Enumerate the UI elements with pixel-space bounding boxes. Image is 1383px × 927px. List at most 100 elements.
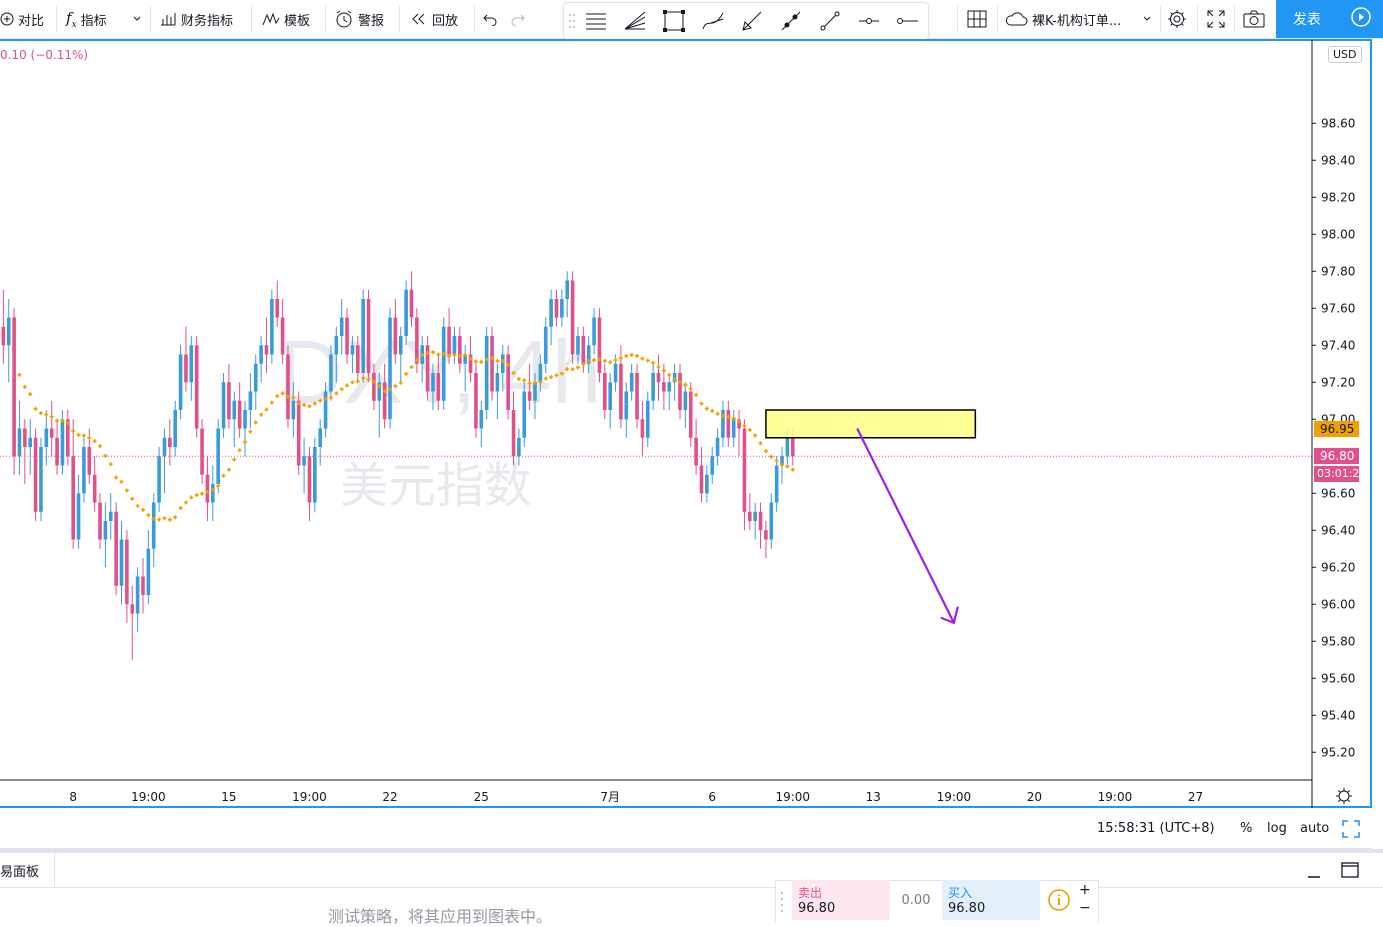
layout-name-button[interactable]: 裸K-机构订单... <box>1004 0 1121 38</box>
candle-body <box>372 373 376 401</box>
candle-body <box>742 428 747 512</box>
order-drag-icon[interactable] <box>778 887 786 919</box>
templates-label: 模板 <box>284 13 311 29</box>
ma-point <box>350 380 355 385</box>
info-icon[interactable] <box>1047 888 1071 916</box>
candle-body <box>211 484 215 503</box>
candle-body <box>785 437 790 457</box>
replay-button[interactable]: 回放 <box>410 0 458 38</box>
buy-button[interactable]: 买入 96.80 <box>942 880 1040 920</box>
indicators-button[interactable]: fx 指标 <box>66 0 107 38</box>
candle-body <box>307 456 312 503</box>
buy-price: 96.80 <box>948 901 986 916</box>
horizontal-segment-icon[interactable] <box>857 9 881 33</box>
ma-point <box>114 475 119 480</box>
candle-body <box>270 299 274 355</box>
price-tick-label: 97.20 <box>1321 375 1355 389</box>
drag-handle-icon[interactable] <box>568 9 576 33</box>
ma-point <box>167 517 172 522</box>
publish-label: 发表 <box>1293 12 1321 28</box>
fullscreen-icon <box>1206 9 1226 29</box>
currency-badge[interactable]: USD <box>1328 46 1362 63</box>
candle-body <box>388 317 392 420</box>
candle-body <box>253 363 258 392</box>
ma-point <box>130 496 135 501</box>
horizontal-ray-icon[interactable] <box>896 9 920 33</box>
trend-line-icon[interactable] <box>779 9 803 33</box>
clock-time[interactable]: 15:58:31 (UTC+8) <box>1097 821 1215 836</box>
candle-body <box>382 382 387 420</box>
candle-body <box>108 511 113 521</box>
price-tick-label: 96.00 <box>1321 597 1355 611</box>
trading-panel-tab[interactable]: 易面板 <box>0 853 55 887</box>
candle-body <box>619 363 623 420</box>
ma-point <box>183 500 188 505</box>
quantity-decrease-icon[interactable]: − <box>1079 900 1091 916</box>
minimize-icon[interactable] <box>1306 863 1322 883</box>
indicators-dropdown[interactable] <box>132 0 142 38</box>
maximize-icon[interactable] <box>1341 862 1359 882</box>
play-circle-icon <box>1350 6 1372 32</box>
resistance-zone-rectangle[interactable] <box>765 409 977 439</box>
ma-point <box>430 350 435 355</box>
candle-body <box>119 539 124 586</box>
rectangle-icon[interactable] <box>662 9 686 33</box>
ma-point <box>516 377 521 382</box>
candle-body <box>157 456 161 503</box>
time-axis-settings-icon[interactable] <box>1336 788 1352 804</box>
fullscreen-button[interactable] <box>1206 0 1226 38</box>
brush-icon[interactable] <box>740 9 764 33</box>
sell-button[interactable]: 卖出 96.80 <box>792 880 890 920</box>
layout-grid-button[interactable] <box>967 0 987 38</box>
candle-body <box>769 502 774 540</box>
quantity-increase-icon[interactable]: + <box>1079 882 1091 898</box>
alerts-label: 警报 <box>358 13 385 29</box>
ma-point <box>747 427 752 432</box>
ray-icon[interactable] <box>818 9 842 33</box>
percent-scale-toggle[interactable]: % <box>1240 821 1252 836</box>
candle-body <box>98 502 102 540</box>
candle-body <box>645 400 650 438</box>
ma-point <box>140 507 145 512</box>
fib-fan-icon[interactable] <box>623 9 647 33</box>
templates-icon <box>262 11 280 27</box>
ma-point <box>345 383 350 388</box>
candle-body <box>339 317 344 336</box>
ma-point <box>694 392 699 397</box>
down-arrow-drawing[interactable] <box>856 428 959 625</box>
ma-point <box>119 479 124 484</box>
candle-body <box>613 363 618 383</box>
financials-button[interactable]: 财务指标 <box>159 0 233 38</box>
publish-button[interactable]: 发表 <box>1276 0 1338 38</box>
curve-icon[interactable] <box>701 9 725 33</box>
ma-point <box>243 439 248 444</box>
alerts-button[interactable]: 警报 <box>334 0 384 38</box>
time-tick-label: 13 <box>866 790 881 804</box>
horizontal-lines-icon[interactable] <box>584 9 608 33</box>
ma-point <box>661 368 666 373</box>
log-scale-toggle[interactable]: log <box>1267 821 1287 836</box>
chevron-down-icon <box>132 14 142 24</box>
chevron-down-icon <box>1142 14 1152 24</box>
screenshot-button[interactable] <box>1243 0 1265 38</box>
candle-body <box>656 373 661 383</box>
undo-button[interactable] <box>482 0 498 38</box>
candle-body <box>33 437 38 512</box>
price-chart[interactable]: 98.60 98.40 98.20 98.00 97.80 97.60 97.40 97.20… <box>0 40 1372 808</box>
ma-point <box>269 400 274 405</box>
candle-body <box>479 410 484 429</box>
ma-point <box>753 433 758 438</box>
ma-point <box>629 352 634 357</box>
time-tick-label: 20 <box>1027 790 1042 804</box>
fit-screen-icon[interactable] <box>1342 820 1360 842</box>
templates-button[interactable]: 模板 <box>262 0 310 38</box>
compare-button[interactable]: 对比 <box>0 0 44 38</box>
candle-body <box>103 521 108 540</box>
panel-toggle-button[interactable] <box>1338 0 1383 38</box>
gear-icon <box>1167 9 1187 29</box>
redo-button[interactable] <box>510 0 526 38</box>
settings-button[interactable] <box>1167 0 1187 38</box>
ma-point <box>55 418 60 423</box>
auto-scale-toggle[interactable]: auto <box>1300 821 1329 836</box>
layout-dropdown[interactable] <box>1142 0 1152 38</box>
